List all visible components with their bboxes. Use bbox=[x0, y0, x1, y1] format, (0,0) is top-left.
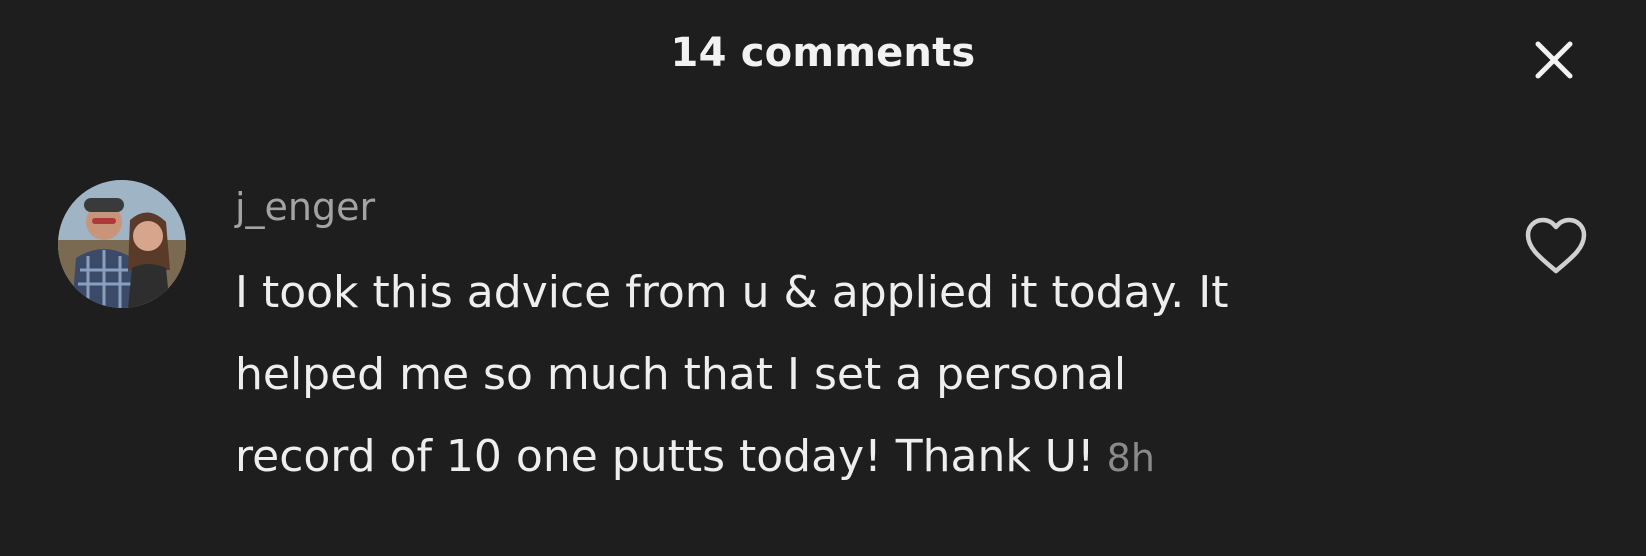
like-button[interactable] bbox=[1520, 210, 1592, 282]
user-avatar[interactable] bbox=[58, 180, 186, 308]
comment-line: I took this advice from u & applied it t… bbox=[235, 267, 1229, 318]
comment-item: j_enger I took this advice from u & appl… bbox=[0, 170, 1646, 510]
close-button[interactable] bbox=[1524, 30, 1584, 90]
comment-body: I took this advice from u & applied it t… bbox=[235, 252, 1435, 499]
close-icon bbox=[1535, 41, 1573, 79]
comments-header: 14 comments bbox=[0, 0, 1646, 120]
comment-username[interactable]: j_enger bbox=[235, 185, 375, 229]
comment-timestamp: 8h bbox=[1106, 436, 1155, 480]
comment-line: helped me so much that I set a personal bbox=[235, 349, 1127, 400]
comment-line-text: record of 10 one putts today! Thank U! bbox=[235, 431, 1095, 482]
heart-outline-icon bbox=[1525, 217, 1587, 274]
comment-line-last: record of 10 one putts today! Thank U! 8h bbox=[235, 416, 1435, 499]
comments-count-title: 14 comments bbox=[670, 30, 976, 76]
